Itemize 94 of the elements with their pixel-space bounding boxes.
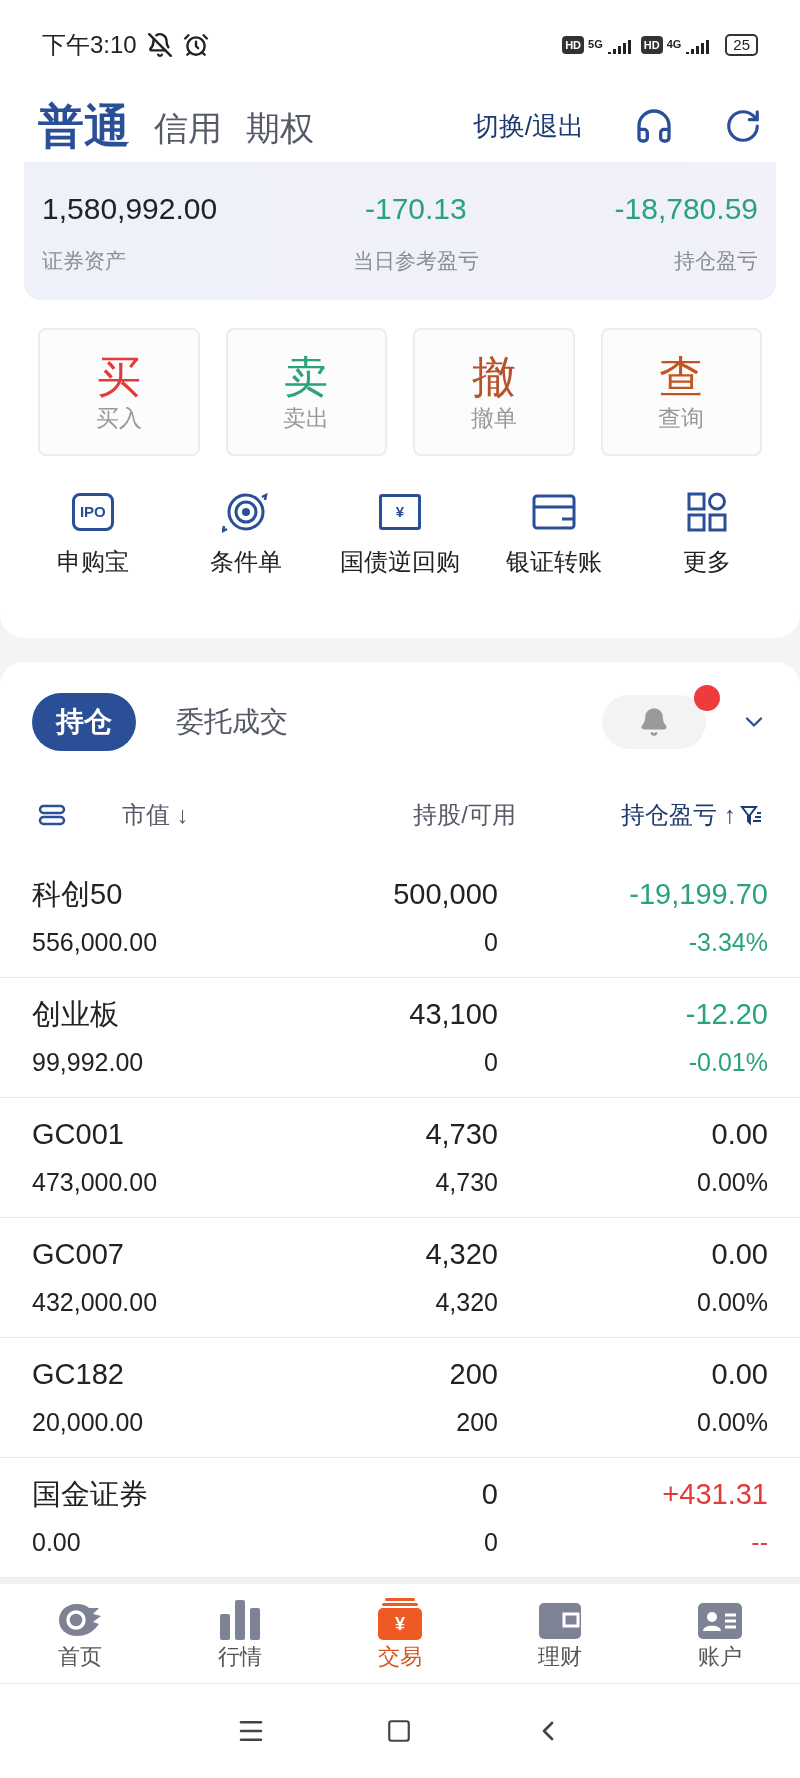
hd-badge: HD bbox=[562, 35, 585, 55]
shares-held: 4,320 bbox=[424, 1236, 498, 1272]
filter-icon[interactable] bbox=[740, 803, 762, 826]
position-pnl: -19,199.70 bbox=[628, 876, 768, 912]
refresh-icon[interactable] bbox=[724, 107, 762, 145]
security-name: GC001 bbox=[32, 1116, 125, 1152]
column-header[interactable]: 持仓盈亏 ↑ bbox=[516, 796, 736, 833]
nav-tab[interactable]: 账户 bbox=[640, 1598, 800, 1669]
shares-held: 200 bbox=[448, 1356, 498, 1392]
pnl-percent: -3.34% bbox=[687, 927, 768, 959]
holding-row[interactable]: 国金证券 0 +431.31 0.00 0 -- bbox=[0, 1457, 800, 1578]
home-button-icon[interactable] bbox=[386, 1717, 412, 1744]
shares-available: 0 bbox=[483, 927, 498, 959]
grid-icon bbox=[687, 492, 728, 532]
market-value: 473,000.00 bbox=[32, 1167, 159, 1199]
summary-label: 证券资产 bbox=[42, 247, 126, 274]
pnl-percent: -- bbox=[750, 1527, 768, 1559]
switch-logout-link[interactable]: 切换/退出 bbox=[472, 106, 584, 146]
shares-held: 0 bbox=[480, 1476, 498, 1512]
trade-button[interactable]: 撤 撤单 bbox=[413, 328, 575, 456]
nav-tab[interactable]: 理财 bbox=[480, 1598, 640, 1669]
market-value: 432,000.00 bbox=[32, 1287, 159, 1319]
hd-badge: HD bbox=[640, 35, 663, 55]
bell-icon bbox=[639, 706, 669, 737]
summary-value: 1,580,992.00 bbox=[42, 190, 218, 227]
shortcut-item[interactable]: 更多 bbox=[630, 490, 784, 574]
holding-row[interactable]: 科创50 500,000 -19,199.70 556,000.00 0 -3.34% bbox=[0, 857, 800, 978]
bank-card-icon bbox=[531, 494, 576, 530]
target-icon bbox=[222, 491, 271, 533]
summary-label: 持仓盈亏 bbox=[674, 247, 758, 274]
customer-service-icon[interactable] bbox=[634, 106, 674, 146]
position-pnl: 0.00 bbox=[710, 1236, 768, 1272]
holding-row[interactable]: GC007 4,320 0.00 432,000.00 4,320 0.00% bbox=[0, 1217, 800, 1338]
security-name: 创业板 bbox=[32, 996, 120, 1032]
account-tab[interactable]: 普通 bbox=[38, 103, 130, 149]
trade-button[interactable]: 查 查询 bbox=[600, 328, 762, 456]
shortcut-item[interactable]: 条件单 bbox=[169, 490, 324, 574]
nav-tab[interactable]: 首页 bbox=[0, 1598, 160, 1669]
shares-available: 200 bbox=[455, 1407, 498, 1439]
shares-held: 43,100 bbox=[408, 996, 498, 1032]
wallet-icon[interactable] bbox=[538, 1602, 582, 1641]
security-name: GC182 bbox=[32, 1356, 125, 1392]
shortcut-item[interactable]: 银证转账 bbox=[476, 490, 631, 574]
shares-held: 4,730 bbox=[424, 1116, 498, 1152]
security-name: GC007 bbox=[32, 1236, 125, 1272]
position-pnl: 0.00 bbox=[710, 1116, 768, 1152]
signal-icon bbox=[685, 38, 712, 55]
account-tab[interactable]: 信用 bbox=[154, 111, 222, 149]
alarm-icon bbox=[182, 32, 209, 58]
position-pnl: -12.20 bbox=[684, 996, 768, 1032]
column-header[interactable]: 持股/可用 bbox=[316, 796, 516, 833]
id-card-icon[interactable] bbox=[697, 1602, 743, 1641]
shortcut-item[interactable]: IPO 申购宝 bbox=[16, 490, 170, 574]
security-name: 国金证券 bbox=[32, 1476, 149, 1512]
summary-value: -18,780.59 bbox=[614, 190, 758, 227]
shares-available: 4,320 bbox=[434, 1287, 498, 1319]
security-name: 科创50 bbox=[32, 876, 124, 912]
trade-button[interactable]: 买 买入 bbox=[38, 328, 200, 456]
market-value: 99,992.00 bbox=[32, 1047, 145, 1079]
pnl-percent: 0.00% bbox=[696, 1407, 768, 1439]
list-view-icon[interactable] bbox=[38, 803, 66, 826]
market-value: 20,000.00 bbox=[32, 1407, 145, 1439]
position-pnl: 0.00 bbox=[710, 1356, 768, 1392]
nav-tab[interactable]: 行情 bbox=[160, 1598, 320, 1669]
pnl-percent: 0.00% bbox=[696, 1287, 768, 1319]
summary-label: 当日参考盈亏 bbox=[352, 247, 479, 274]
battery-indicator: 25 bbox=[725, 34, 758, 56]
shares-held: 500,000 bbox=[392, 876, 498, 912]
holding-row[interactable]: GC001 4,730 0.00 473,000.00 4,730 0.00% bbox=[0, 1097, 800, 1218]
summary-value: -170.13 bbox=[365, 190, 467, 227]
market-value: 0.00 bbox=[32, 1527, 82, 1559]
network-type: 5G bbox=[588, 36, 603, 52]
market-value: 556,000.00 bbox=[32, 927, 159, 959]
holdings-tab[interactable]: 持仓 bbox=[32, 692, 136, 751]
shares-available: 4,730 bbox=[434, 1167, 498, 1199]
pnl-percent: 0.00% bbox=[696, 1167, 768, 1199]
holding-row[interactable]: GC182 200 0.00 20,000.00 200 0.00% bbox=[0, 1337, 800, 1458]
holdings-tab[interactable]: 委托成交 bbox=[176, 700, 288, 743]
position-pnl: +431.31 bbox=[661, 1476, 768, 1512]
shares-available: 0 bbox=[483, 1047, 498, 1079]
ipo-icon: IPO bbox=[71, 493, 114, 531]
mute-icon bbox=[146, 32, 173, 58]
yen-screen-icon: ¥ bbox=[379, 494, 421, 530]
shortcut-item[interactable]: ¥ 国债逆回购 bbox=[323, 490, 477, 574]
pnl-percent: -0.01% bbox=[687, 1047, 768, 1079]
signal-icon bbox=[606, 38, 633, 55]
account-tab[interactable]: 期权 bbox=[246, 111, 314, 149]
holding-row[interactable]: 创业板 43,100 -12.20 99,992.00 0 -0.01% bbox=[0, 977, 800, 1098]
nav-tab[interactable]: ¥ 交易 bbox=[320, 1598, 480, 1669]
shares-available: 0 bbox=[483, 1527, 498, 1559]
bar-chart-icon[interactable] bbox=[218, 1598, 262, 1641]
status-time: 下午3:10 bbox=[42, 30, 137, 60]
network-type: 4G bbox=[666, 36, 682, 52]
column-header[interactable]: 市值 ↓ bbox=[122, 796, 316, 833]
